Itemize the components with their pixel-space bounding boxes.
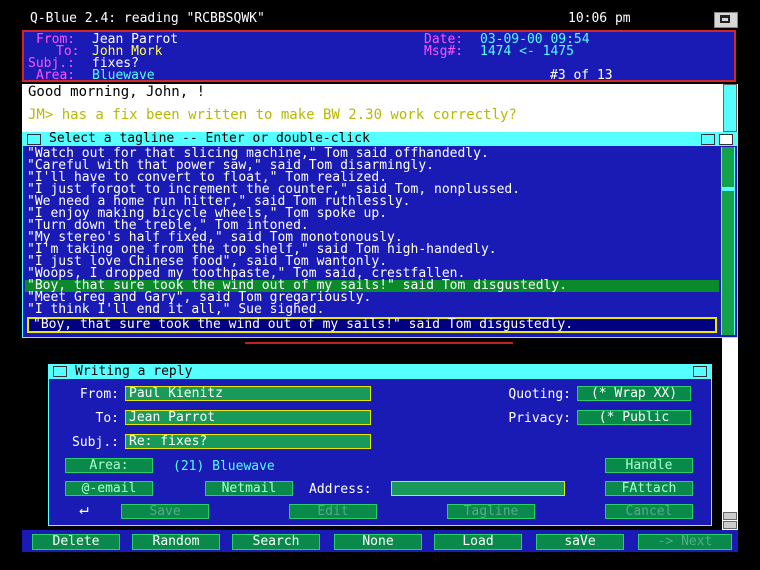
scroll-thumb[interactable] [723, 84, 737, 132]
minimize-icon[interactable] [719, 134, 733, 145]
scroll-up-arrow-icon[interactable] [723, 512, 737, 520]
next-button[interactable]: -> Next [638, 534, 732, 550]
reply-subject-label: Subj.: [72, 435, 119, 450]
tagline-scroll-track[interactable] [722, 191, 734, 335]
tagline-scroll-up-area[interactable] [722, 147, 734, 187]
app-title: Q-Blue 2.4: reading "RCBBSQWK" [30, 11, 265, 26]
message-body[interactable]: Good morning, John, ! JM> has a fix been… [22, 84, 722, 132]
message-line-quote: JM> has a fix been written to make BW 2.… [28, 107, 517, 123]
none-button[interactable]: None [334, 534, 422, 550]
save-tagline-button[interactable]: saVe [536, 534, 624, 550]
reply-window-titlebar: Writing a reply [49, 365, 711, 379]
email-button[interactable]: @-email [65, 481, 153, 496]
msg-number-value: 1474 <- 1475 [480, 44, 574, 59]
bottom-button-bar: Delete Random Search None Load saVe -> N… [22, 530, 738, 552]
tagline-edit-field[interactable]: "Boy, that sure took the wind out of my … [27, 317, 717, 333]
privacy-option[interactable]: (* Public [577, 410, 691, 425]
system-menu-icon[interactable] [27, 134, 41, 145]
reply-to-field[interactable]: Jean Parrot [125, 410, 371, 425]
scroll-down-arrow-icon[interactable] [723, 521, 737, 529]
netmail-button[interactable]: Netmail [205, 481, 293, 496]
tagline-window-title: Select a tagline -- Enter or double-clic… [49, 131, 370, 146]
privacy-label: Privacy: [508, 411, 571, 426]
message-header: From: Jean Parrot To: John Mork Subj.: f… [22, 30, 736, 82]
tagline-scrollbar[interactable] [721, 147, 735, 335]
area-label: Area: [36, 68, 76, 83]
fattach-button[interactable]: FAttach [605, 481, 693, 496]
system-menu-icon[interactable] [53, 366, 67, 377]
divider [245, 342, 513, 344]
reply-subject-field[interactable]: Re: fixes? [125, 434, 371, 449]
load-button[interactable]: Load [434, 534, 522, 550]
tagline-list[interactable]: "Watch out for that slicing machine," To… [25, 147, 719, 316]
address-label: Address: [309, 482, 372, 497]
cancel-button[interactable]: Cancel [605, 504, 693, 519]
area-value: (21) Bluewave [173, 459, 275, 474]
tagline-button[interactable]: Tagline [447, 504, 535, 519]
message-position: #3 of 13 [550, 68, 613, 83]
tagline-window: Select a tagline -- Enter or double-clic… [22, 132, 738, 338]
reply-window-title: Writing a reply [75, 364, 193, 379]
tagline-window-titlebar: Select a tagline -- Enter or double-clic… [23, 131, 737, 146]
maximize-icon[interactable] [714, 12, 738, 28]
random-button[interactable]: Random [132, 534, 220, 550]
area-value: Bluewave [92, 68, 155, 83]
msg-number-label: Msg#: [424, 44, 464, 59]
restore-icon[interactable] [701, 134, 715, 145]
clock: 10:06 pm [568, 11, 631, 26]
reply-from-field[interactable]: Paul Kienitz [125, 386, 371, 401]
tagline-item[interactable]: "I think I'll end it all," Sue sighed. [25, 303, 719, 316]
enter-key-icon: ↵ [79, 499, 89, 518]
search-button[interactable]: Search [232, 534, 320, 550]
quoting-label: Quoting: [508, 387, 571, 402]
save-button[interactable]: Save [121, 504, 209, 519]
area-button[interactable]: Area: [65, 458, 153, 473]
reply-to-label: To: [95, 411, 119, 426]
address-field[interactable] [391, 481, 565, 496]
reply-window: Writing a reply From: Paul Kienitz To: J… [48, 364, 712, 526]
delete-button[interactable]: Delete [32, 534, 120, 550]
handle-button[interactable]: Handle [605, 458, 693, 473]
restore-icon[interactable] [693, 366, 707, 377]
quoting-option[interactable]: (* Wrap XX) [577, 386, 691, 401]
title-bar: Q-Blue 2.4: reading "RCBBSQWK" 10:06 pm [0, 10, 760, 30]
message-line-greeting: Good morning, John, ! [28, 84, 206, 100]
edit-button[interactable]: Edit [289, 504, 377, 519]
reply-from-label: From: [79, 387, 119, 402]
